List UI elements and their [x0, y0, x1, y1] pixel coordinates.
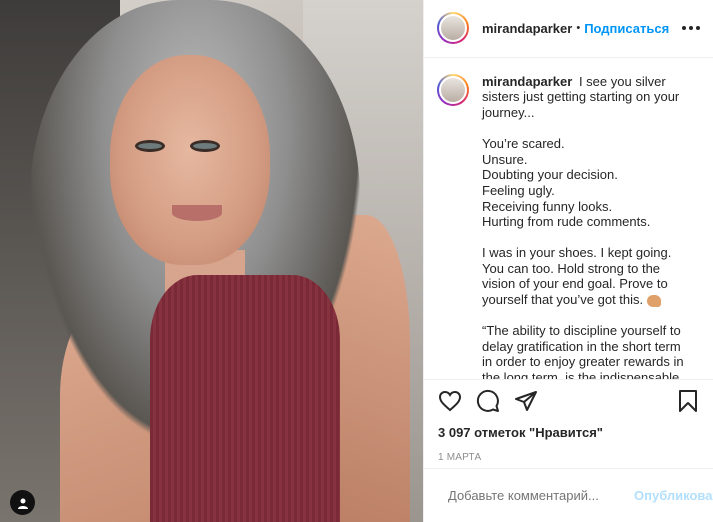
header-username[interactable]: mirandaparker: [482, 21, 572, 36]
user-tag-icon: [17, 498, 28, 509]
caption-line: Hurting from rude comments.: [482, 214, 651, 230]
photo-face: [110, 55, 270, 265]
photo-eye-right: [190, 140, 220, 152]
more-options-icon[interactable]: [682, 26, 700, 31]
caption-line: Doubting your decision.: [482, 167, 618, 183]
caption-quote: “The ability to discipline yourself to d…: [482, 323, 684, 379]
comment-icon[interactable]: [476, 389, 500, 413]
user-tag-button[interactable]: [10, 490, 35, 515]
post-photo[interactable]: [0, 0, 423, 522]
instagram-post: mirandaparker • Подписаться mirandaparke…: [0, 0, 713, 522]
caption-username[interactable]: mirandaparker: [482, 74, 572, 89]
share-icon[interactable]: [514, 389, 538, 413]
avatar[interactable]: [437, 12, 469, 45]
comments-area: mirandaparker I see you silver sisters j…: [424, 58, 713, 379]
add-comment-bar: Опубликовать: [424, 468, 713, 522]
caption-line: Feeling ugly.: [482, 182, 555, 198]
follow-button[interactable]: Подписаться: [584, 21, 669, 36]
caption-line: Unsure.: [482, 151, 528, 167]
heart-icon[interactable]: [438, 389, 462, 413]
photo-lips: [172, 205, 222, 221]
caption-lines: You’re scared. Unsure. Doubting your dec…: [482, 136, 690, 230]
flexed-biceps-emoji: [646, 294, 661, 307]
photo-eye-left: [135, 140, 165, 152]
post-caption: mirandaparker I see you silver sisters j…: [482, 74, 690, 379]
action-bar: [424, 378, 713, 422]
photo-top: [150, 275, 340, 522]
header-separator: •: [576, 22, 581, 35]
caption-line: You’re scared.: [482, 136, 565, 152]
bookmark-icon[interactable]: [677, 389, 699, 413]
caption-line: Receiving funny looks.: [482, 198, 613, 214]
likes-count[interactable]: 3 097 отметок "Нравится": [424, 422, 713, 444]
caption-avatar[interactable]: [437, 73, 469, 106]
post-sidebar: mirandaparker • Подписаться mirandaparke…: [423, 0, 713, 522]
publish-button[interactable]: Опубликовать: [634, 488, 713, 503]
post-date[interactable]: 1 МАРТА: [424, 448, 713, 468]
caption-paragraph: I was in your shoes. I kept going. You c…: [482, 245, 672, 308]
comment-input[interactable]: [448, 488, 624, 504]
post-header: mirandaparker • Подписаться: [424, 0, 713, 58]
